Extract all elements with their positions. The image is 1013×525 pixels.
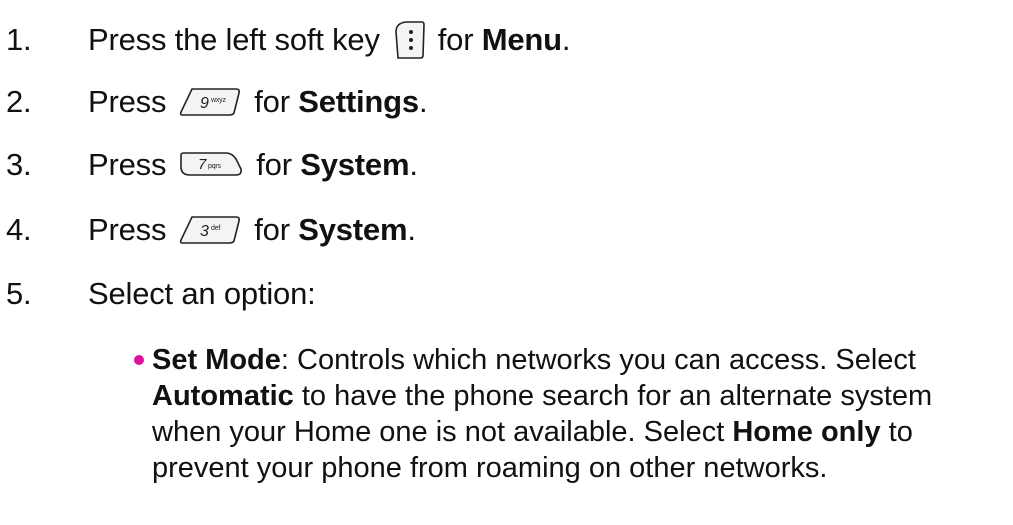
left-soft-key-icon — [392, 20, 426, 60]
key-3-def-icon: 3 def — [178, 215, 242, 245]
description-text: to — [880, 416, 913, 448]
step-number: 2. — [6, 84, 32, 119]
step-target-settings: Settings — [298, 84, 419, 119]
step-text-prefix: Press the left soft key — [88, 22, 380, 57]
option-term: Set Mode — [152, 344, 281, 376]
step-text-for: for — [256, 147, 292, 182]
key-label: 3 — [200, 223, 209, 240]
step-text-for: for — [254, 212, 290, 247]
step-target-system: System — [298, 212, 408, 247]
option-value-automatic: Automatic — [152, 380, 294, 412]
step-number: 3. — [6, 147, 32, 182]
step-number: 5. — [6, 276, 32, 311]
step-text: Press the left soft key for Menu. — [88, 20, 571, 60]
key-7-pqrs-icon: 7 pqrs — [178, 151, 244, 179]
key-9-wxyz-icon: 9 wxyz — [178, 87, 242, 117]
description-line-2: Automatic to have the phone search for a… — [152, 378, 1004, 414]
option-description: Set Mode: Controls which networks you ca… — [152, 342, 1004, 486]
description-text: : Controls which networks you can access… — [280, 344, 916, 376]
description-line-1: Set Mode: Controls which networks you ca… — [152, 342, 1004, 378]
step-period: . — [418, 84, 428, 119]
bullet-icon — [134, 355, 144, 365]
step-text-for: for — [254, 84, 290, 119]
step-text: Press 9 wxyz for Settings. — [88, 84, 428, 120]
step-text-prefix: Press — [88, 84, 167, 119]
key-label: 7 — [198, 156, 207, 173]
key-sublabel: pqrs — [208, 163, 222, 170]
step-text: Press 3 def for System. — [88, 212, 416, 248]
key-sublabel: wxyz — [210, 97, 226, 104]
step-text-prefix: Press — [88, 212, 167, 247]
description-line-3: when your Home one is not available. Sel… — [152, 414, 1004, 450]
step-text: Press 7 pqrs for System. — [88, 147, 418, 183]
option-value-home-only: Home only — [732, 416, 881, 448]
step-target-menu: Menu — [481, 22, 562, 57]
option-set-mode: Set Mode: Controls which networks you ca… — [134, 342, 1004, 486]
key-sublabel: def — [211, 225, 220, 232]
step-text-prefix: Press — [88, 147, 167, 182]
step-number: 1. — [6, 22, 32, 57]
step-target-system: System — [300, 147, 410, 182]
step-text: Select an option: — [88, 276, 316, 311]
step-number: 4. — [6, 212, 32, 247]
description-text: when your Home one is not available. Sel… — [152, 416, 733, 448]
step-text-for: for — [437, 22, 474, 57]
instructions-document: 1. Press the left soft key for Menu. 2. … — [0, 0, 1013, 525]
step-period: . — [407, 212, 416, 247]
description-line-4: prevent your phone from roaming on other… — [152, 452, 828, 484]
step-period: . — [561, 22, 571, 57]
step-period: . — [409, 147, 418, 182]
key-label: 9 — [200, 95, 209, 112]
description-text: to have the phone search for an alternat… — [293, 380, 933, 412]
